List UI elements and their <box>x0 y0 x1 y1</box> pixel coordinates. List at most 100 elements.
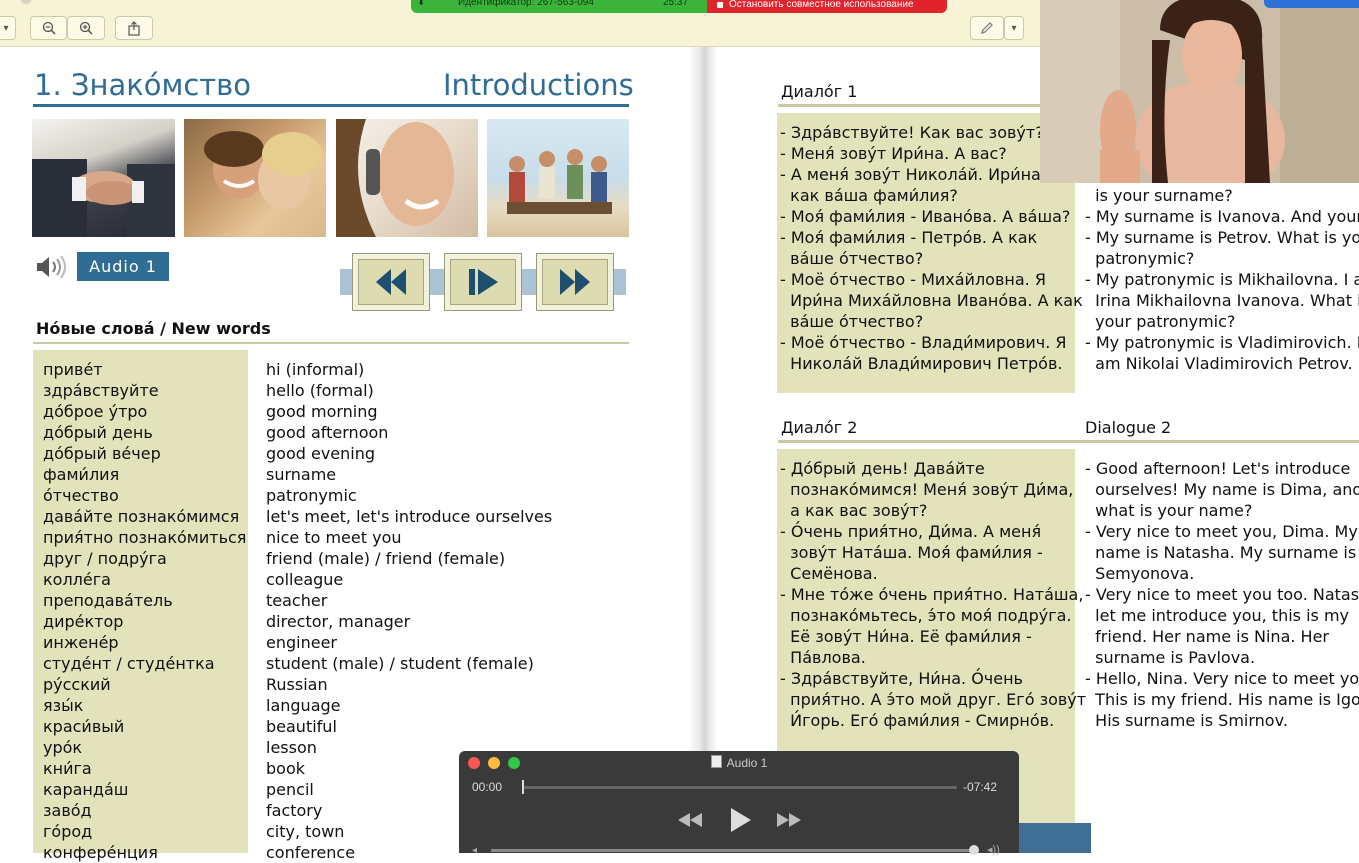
video-badge[interactable] <box>1264 0 1359 8</box>
progress-track[interactable] <box>523 786 957 789</box>
dialog2-en-line: let me introduce you, this is my <box>1085 606 1350 625</box>
share-info: ⬇ Идентификатор: 267-563-094 25:37 <box>411 0 707 13</box>
word-ru: дава́йте познако́мимся <box>43 507 240 526</box>
word-en: hi (informal) <box>266 360 365 379</box>
word-ru: до́брый ве́чер <box>43 444 161 463</box>
sidebar-toggle-button[interactable]: ▾ <box>0 16 16 40</box>
share-timer: 25:37 <box>663 0 689 8</box>
share-icon <box>128 20 140 36</box>
dialog1-ru-line: Ири́на Миха́йловна Ивано́ва. А как <box>780 291 1083 310</box>
zoom-out-icon <box>42 21 56 35</box>
photo-laughing-friends <box>184 119 326 237</box>
stop-sharing-button[interactable]: Остановить совместное использование <box>707 0 947 13</box>
dialog2-ru-line: - До́брый день! Дава́йте <box>780 459 985 478</box>
stop-icon <box>717 1 723 8</box>
player-title: Audio 1 <box>726 756 768 770</box>
word-ru: инжене́р <box>43 633 119 652</box>
dialog2-ru-line: - Мне то́же о́чень прия́тно. Ната́ша, <box>780 585 1084 604</box>
page-decoration <box>1008 823 1091 853</box>
dialog2-ru-line: познако́мимся! Меня́ зову́т Ди́ма, <box>780 480 1074 499</box>
word-en: engineer <box>266 633 337 652</box>
word-en: lesson <box>266 738 317 757</box>
player-forward-button[interactable] <box>776 811 802 834</box>
dialog1-ru-line: - Здра́вствуйте! Как вас зову́т? <box>780 123 1044 142</box>
stop-sharing-label: Остановить совместное использование <box>729 0 914 10</box>
word-en: good morning <box>266 402 378 421</box>
dialog1-en-line: Irina Mikhailovna Ivanova. What is <box>1085 291 1359 310</box>
word-en: patronymic <box>266 486 357 505</box>
dialog2-ru-line: а как вас зову́т? <box>780 501 928 520</box>
play-icon <box>731 808 751 832</box>
new-words-divider <box>33 342 629 344</box>
share-identifier: Идентификатор: 267-563-094 <box>458 0 594 8</box>
video-call-overlay[interactable] <box>1040 0 1359 183</box>
audio-player-window[interactable]: Audio 1 00:00 -07:42 ◂ ◂)) <box>459 751 1019 856</box>
dialog2-en-line: ourselves! My name is Dima, and <box>1085 480 1359 499</box>
word-en: director, manager <box>266 612 411 631</box>
dialog1-heading-ru: Диало́г 1 <box>781 82 858 101</box>
dialog1-en-line: - My surname is Ivanova. And yours? <box>1085 207 1359 226</box>
speaker-icon[interactable] <box>35 254 69 284</box>
word-en: colleague <box>266 570 344 589</box>
current-time: 00:00 <box>472 780 503 794</box>
dialog2-en-line: what is your name? <box>1085 501 1253 520</box>
volume-slider[interactable] <box>491 849 977 852</box>
dialog2-ru-line: познако́мьтесь, э́то моя́ подру́га. <box>780 606 1072 625</box>
photo-woman-phone <box>336 119 478 237</box>
chapter-title-ru: 1. Знако́мство <box>34 68 252 102</box>
dialog1-ru-line: ва́ше о́тчество? <box>780 312 924 331</box>
zoom-out-button[interactable] <box>30 16 67 40</box>
markup-menu-button[interactable]: ▾ <box>1004 16 1024 40</box>
dialog2-en-line: - Very nice to meet you too. Natasha, <box>1085 585 1359 604</box>
player-play-button[interactable] <box>729 806 753 839</box>
volume-knob[interactable] <box>969 845 979 855</box>
dialog2-en-line: - Hello, Nina. Very nice to meet you. <box>1085 669 1359 688</box>
word-en: friend (male) / friend (female) <box>266 549 506 568</box>
word-ru: го́род <box>43 822 93 841</box>
dialog2-heading-en: Dialogue 2 <box>1085 418 1172 437</box>
dialog1-en-line: your patronymic? <box>1085 312 1236 331</box>
zoom-in-button[interactable] <box>67 16 105 40</box>
word-ru: до́брый день <box>43 423 153 442</box>
word-ru: до́брое у́тро <box>43 402 148 421</box>
word-en: surname <box>266 465 337 484</box>
play-icon <box>469 269 498 295</box>
chevron-down-icon: ▾ <box>1011 22 1017 34</box>
play-button[interactable] <box>444 253 522 311</box>
photo-handshake <box>32 119 175 237</box>
word-ru: студе́нт / студе́нтка <box>43 654 215 673</box>
share-button[interactable] <box>115 16 153 40</box>
window-control[interactable] <box>20 0 32 4</box>
document-icon <box>710 755 722 768</box>
dialog1-en-line: - My patronymic is Mikhailovna. I am <box>1085 270 1359 289</box>
player-rewind-button[interactable] <box>677 811 703 834</box>
audio-button[interactable]: Audio 1 <box>77 252 169 281</box>
word-en: hello (formal) <box>266 381 374 400</box>
dialog1-ru-line: - Моя́ фами́лия - Петро́в. А как <box>780 228 1038 247</box>
remaining-time: -07:42 <box>963 780 998 794</box>
fast-forward-button[interactable] <box>536 253 614 311</box>
word-ru: прия́тно познако́миться <box>43 528 247 547</box>
word-en: Russian <box>266 675 328 694</box>
word-ru: уро́к <box>43 738 83 757</box>
dialog2-en-line: surname is Pavlova. <box>1085 648 1256 667</box>
progress-playhead[interactable] <box>522 780 524 794</box>
word-en: let's meet, let's introduce ourselves <box>266 507 553 526</box>
pen-icon <box>981 22 993 34</box>
photo-group-beach <box>487 119 629 237</box>
word-en: factory <box>266 801 323 820</box>
dialog1-en-line: - My surname is Petrov. What is your <box>1085 228 1359 247</box>
dialog2-en-line: name is Natasha. My surname is <box>1085 543 1357 562</box>
rewind-icon <box>376 269 406 295</box>
word-en: teacher <box>266 591 328 610</box>
rewind-button[interactable] <box>352 253 430 311</box>
dialog2-en-line: - Good afternoon! Let's introduce <box>1085 459 1351 478</box>
markup-button[interactable] <box>970 16 1004 40</box>
download-arrow-icon: ⬇ <box>417 0 426 8</box>
dialog2-ru-line: И́горь. Его́ фами́лия - Смирно́в. <box>780 711 1055 730</box>
word-en: book <box>266 759 305 778</box>
dialog1-en-line: am Nikolai Vladimirovich Petrov. <box>1085 354 1353 373</box>
dialog1-en-line: - My patronymic is Vladimirovich. I <box>1085 333 1359 352</box>
word-ru: заво́д <box>43 801 92 820</box>
volume-high-icon: ◂)) <box>987 844 1000 856</box>
